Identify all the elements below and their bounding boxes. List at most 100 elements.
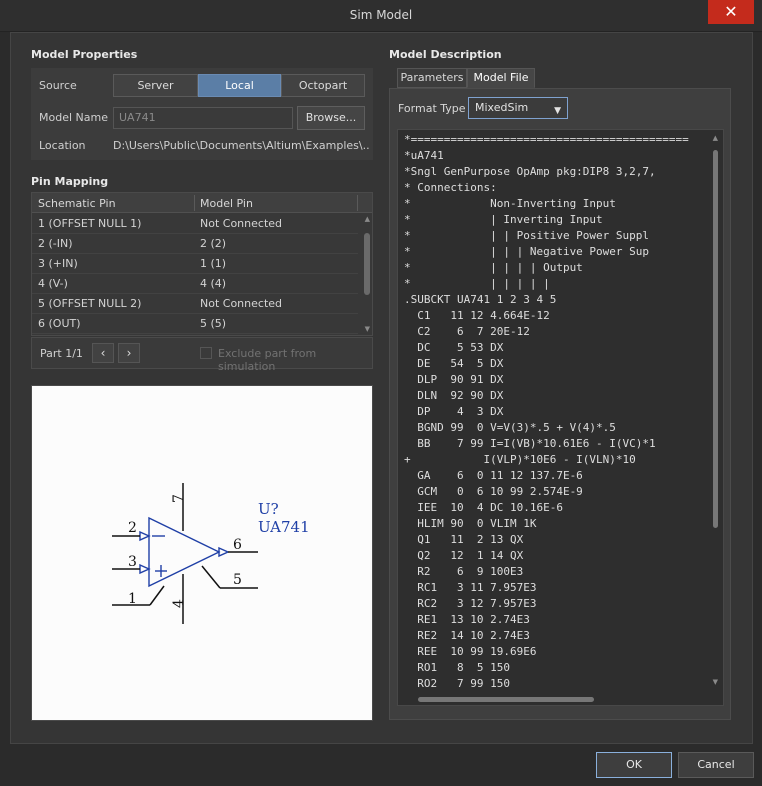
column-divider [357,195,358,211]
exclude-part-label: Exclude part from simulation [218,347,317,373]
pin1-bend [149,585,165,606]
model-file-line: * | Inverting Input [404,213,603,226]
column-header-schematic-pin[interactable]: Schematic Pin [38,197,116,210]
window-title: Sim Model [349,8,413,22]
model-file-text: *=======================================… [404,132,689,692]
model-file-line: DC 5 53 DX [404,341,504,354]
tab-model-file[interactable]: Model File [467,68,535,88]
model-file-editor[interactable]: *=======================================… [397,129,724,706]
table-row[interactable]: 4 (V-) 4 (4) [32,274,358,294]
pin-number-7: 7 [171,494,187,503]
previous-part-button[interactable]: ‹ [92,343,114,363]
model-pin-cell[interactable]: Not Connected [200,217,282,230]
model-pin-cell[interactable]: 5 (5) [200,317,226,330]
model-file-line: DLN 92 90 DX [404,389,504,402]
column-header-model-pin[interactable]: Model Pin [200,197,253,210]
pin-number-1: 1 [128,591,137,607]
scroll-down-icon[interactable]: ▼ [365,325,370,333]
symbol-preview: 2 3 1 6 5 7 4 U? UA741 [31,385,373,721]
schematic-pin-cell: 2 (-IN) [38,237,73,250]
format-type-select[interactable]: MixedSim ▼ [468,97,568,119]
model-file-line: *Sngl GenPurpose OpAmp pkg:DIP8 3,2,7, [404,165,656,178]
pin-number-3: 3 [128,554,137,570]
source-server-button[interactable]: Server [113,74,198,97]
model-file-line: RE1 13 10 2.74E3 [404,613,530,626]
model-file-line: *uA741 [404,149,444,162]
scroll-up-icon[interactable]: ▲ [713,134,718,142]
model-file-line: BGND 99 0 V=V(3)*.5 + V(4)*.5 [404,421,616,434]
location-label: Location [39,139,86,152]
schematic-pin-cell: 1 (OFFSET NULL 1) [38,217,142,230]
model-file-line: Q2 12 1 14 QX [404,549,524,562]
source-label: Source [39,79,77,92]
model-file-panel: Format Type MixedSim ▼ *================… [389,88,731,720]
format-type-value: MixedSim [475,101,529,114]
dialog-footer: OK Cancel [0,745,762,786]
model-file-line: GCM 0 6 10 99 2.574E-9 [404,485,583,498]
table-row[interactable]: 5 (OFFSET NULL 2) Not Connected [32,294,358,314]
model-file-line: + I(VLP)*10E6 - I(VLN)*10 [404,453,636,466]
model-file-line: .SUBCKT UA741 1 2 3 4 5 [404,293,557,306]
model-file-line: IEE 10 4 DC 10.16E-6 [404,501,563,514]
opamp-triangle [148,516,221,588]
table-row[interactable]: 2 (-IN) 2 (2) [32,234,358,254]
model-file-line: BB 7 99 I=I(VB)*10.61E6 - I(VC)*1 [404,437,656,450]
schematic-pin-cell: 4 (V-) [38,277,68,290]
pin-number-2: 2 [128,520,137,536]
tab-parameters[interactable]: Parameters [397,68,467,88]
model-file-line: DLP 90 91 DX [404,373,504,386]
model-file-line: DE 54 5 DX [404,357,504,370]
table-row[interactable]: 6 (OUT) 5 (5) [32,314,358,334]
model-file-line: * | | | Negative Power Sup [404,245,650,258]
model-file-line: * Connections: [404,181,497,194]
source-octopart-button[interactable]: Octopart [281,74,365,97]
schematic-pin-cell: 6 (OUT) [38,317,81,330]
ok-button[interactable]: OK [596,752,672,778]
pin-table-header: Schematic Pin Model Pin [32,193,372,213]
model-file-line: RC1 3 11 7.957E3 [404,581,537,594]
model-file-line: Q1 11 2 13 QX [404,533,524,546]
part-indicator: Part 1/1 [40,347,83,360]
model-file-line: * | | Positive Power Suppl [404,229,650,242]
pin-mapping-title: Pin Mapping [31,175,109,188]
editor-vertical-scrollbar[interactable] [713,150,718,528]
browse-button[interactable]: Browse... [297,106,365,130]
model-file-line: * Non-Inverting Input [404,197,616,210]
model-pin-cell[interactable]: Not Connected [200,297,282,310]
pin-mapping-table: Schematic Pin Model Pin 1 (OFFSET NULL 1… [31,192,373,336]
table-row[interactable]: 3 (+IN) 1 (1) [32,254,358,274]
model-properties-panel: Source Server Local Octopart Model Name … [31,68,373,160]
schematic-pin-cell: 5 (OFFSET NULL 2) [38,297,142,310]
scroll-down-icon[interactable]: ▼ [713,678,718,686]
pin2-arrow [139,530,151,542]
format-type-label: Format Type [398,102,466,115]
part-navigation: Part 1/1 ‹ › Exclude part from simulatio… [31,337,373,373]
model-file-line: *=======================================… [404,133,689,146]
model-pin-cell[interactable]: 4 (4) [200,277,226,290]
title-bar: Sim Model ✕ [0,0,762,32]
model-name-label: Model Name [39,111,108,124]
table-row[interactable]: 1 (OFFSET NULL 1) Not Connected [32,214,358,234]
editor-horizontal-scrollbar[interactable] [418,697,594,702]
model-file-line: HLIM 90 0 VLIM 1K [404,517,537,530]
model-description-title: Model Description [389,48,502,61]
pin5-bend [201,565,221,589]
model-pin-cell[interactable]: 2 (2) [200,237,226,250]
scroll-up-icon[interactable]: ▲ [365,215,370,223]
model-file-line: GA 6 0 11 12 137.7E-6 [404,469,583,482]
model-file-line: C1 11 12 4.664E-12 [404,309,550,322]
model-pin-cell[interactable]: 1 (1) [200,257,226,270]
model-properties-title: Model Properties [31,48,138,61]
close-icon[interactable]: ✕ [708,0,754,24]
table-scrollbar[interactable] [364,233,370,295]
column-divider [194,195,195,211]
pin3-arrow [139,563,151,575]
model-file-line: RO1 8 5 150 [404,661,510,674]
schematic-pin-cell: 3 (+IN) [38,257,78,270]
cancel-button[interactable]: Cancel [678,752,754,778]
next-part-button[interactable]: › [118,343,140,363]
model-file-line: DP 4 3 DX [404,405,504,418]
model-name-field[interactable]: UA741 [113,107,293,129]
exclude-part-checkbox[interactable] [200,347,212,359]
source-local-button[interactable]: Local [198,74,281,97]
